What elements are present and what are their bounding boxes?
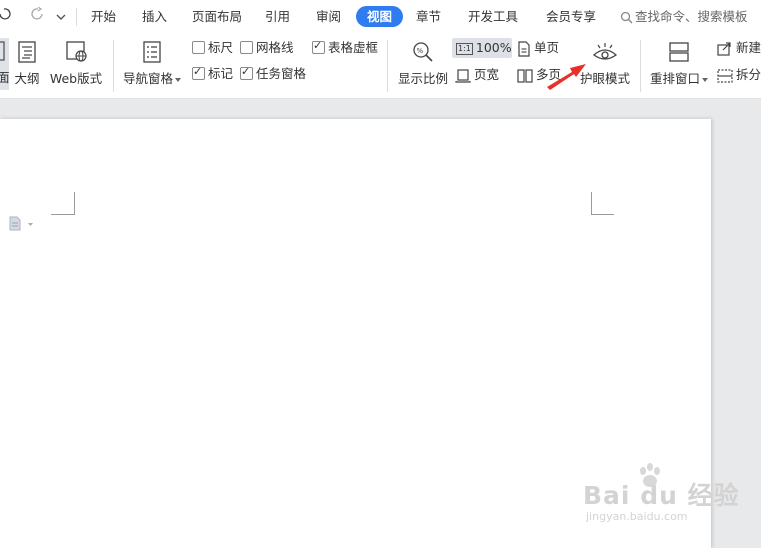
chevron-down-icon[interactable] [56,10,66,25]
checkmark-icon: ✓ [313,39,323,52]
page-width-button[interactable]: 页宽 [455,66,499,84]
separator [113,40,114,92]
tab-insert[interactable]: 插入 [142,0,167,34]
margin-corner-mark [591,192,614,215]
split-label: 拆分 [736,67,761,82]
gridlines-label: 网格线 [256,40,294,55]
tab-developer[interactable]: 开发工具 [468,0,518,34]
tab-review[interactable]: 审阅 [316,0,341,34]
nav-pane-button[interactable]: 导航窗格 [122,39,182,87]
rearrange-window-icon [648,39,710,65]
page-width-label: 页宽 [474,67,500,82]
page-view-button[interactable]: 面 [0,38,10,90]
separator [640,40,641,92]
table-borders-label: 表格虚框 [328,40,379,55]
web-layout-label: Web版式 [49,71,103,86]
split-button[interactable]: 拆分 [717,66,761,84]
outline-icon [14,39,40,65]
new-window-label: 新建 [736,40,761,55]
ratio-1-1-icon: 1:1 [456,43,473,55]
checkbox-box[interactable]: ✓ [192,65,205,80]
separator [76,8,77,26]
undo-icon[interactable] [0,7,11,25]
task-pane-checkbox[interactable]: ✓ 任务窗格 [240,65,307,82]
tab-view[interactable]: 视图 [356,6,404,27]
page-width-icon [455,68,471,83]
markup-checkbox[interactable]: ✓ 标记 [192,65,234,82]
dropdown-caret-icon[interactable] [175,77,181,82]
search-command[interactable]: 查找命令、搜索模板 [620,0,748,34]
margin-corner-mark [51,192,75,215]
checkmark-icon: ✓ [241,65,251,78]
single-page-label: 单页 [534,40,560,55]
checkbox-box[interactable]: ✓ [312,39,325,54]
checkbox-box[interactable]: ✓ [240,65,253,80]
tab-page-layout[interactable]: 页面布局 [192,0,242,34]
page-view-label: 面 [0,70,10,85]
tab-home[interactable]: 开始 [91,0,116,34]
ruler-label: 标尺 [208,40,234,55]
outline-label: 大纲 [14,71,40,86]
tab-chapter[interactable]: 章节 [416,0,441,34]
checkmark-icon: ✓ [193,65,203,78]
paw-logo [640,463,660,487]
split-icon [717,68,733,83]
page-view-icon [0,38,9,64]
zoom-100-label: 100% [475,40,512,55]
tab-member[interactable]: 会员专享 [546,0,596,34]
search-icon [620,11,633,24]
annotation-arrow [547,64,586,90]
task-pane-label: 任务窗格 [256,66,307,81]
redo-icon[interactable] [30,6,46,25]
checkbox-box[interactable] [240,41,253,54]
separator [387,40,388,92]
zoom-button[interactable]: % 显示比例 [397,39,449,87]
svg-text:%: % [417,47,424,55]
dropdown-caret-icon[interactable] [702,77,708,82]
new-window-icon [717,41,731,56]
paragraph-icon[interactable] [9,216,35,235]
ruler-checkbox[interactable]: 标尺 [192,40,233,56]
nav-pane-label: 导航窗格 [122,71,173,86]
checkbox-box[interactable] [192,41,205,54]
web-layout-icon [49,39,103,65]
search-label: 查找命令、搜索模板 [635,9,748,24]
single-page-button[interactable]: 单页 [517,39,559,57]
web-layout-button[interactable]: Web版式 [49,39,103,87]
markup-label: 标记 [208,66,234,81]
ribbon-view: 面 大纲 Web版式 导航窗格 标尺 网格线 ✓ 表格虚框 ✓ 标记 ✓ 任务窗格 %… [0,34,761,99]
zoom-100-button[interactable]: 1:1 100% [452,38,512,58]
single-page-icon [518,40,530,57]
watermark: Bai du 经验 jingyan.baidu.com [583,463,740,523]
nav-pane-icon [122,39,182,65]
multi-page-icon [517,68,533,83]
zoom-icon: % [397,39,449,65]
tab-references[interactable]: 引用 [265,0,290,34]
table-borders-checkbox[interactable]: ✓ 表格虚框 [312,39,379,56]
rearrange-window-button[interactable]: 重排窗口 [648,39,710,87]
gridlines-checkbox[interactable]: 网格线 [240,40,294,56]
menubar: 开始 插入 页面布局 引用 审阅 视图 章节 开发工具 会员专享 查找命令、搜索… [0,0,761,34]
outline-button[interactable]: 大纲 [14,39,40,87]
rearrange-window-label: 重排窗口 [649,71,700,86]
new-window-button[interactable]: 新建 [717,39,761,57]
zoom-label: 显示比例 [397,71,448,86]
